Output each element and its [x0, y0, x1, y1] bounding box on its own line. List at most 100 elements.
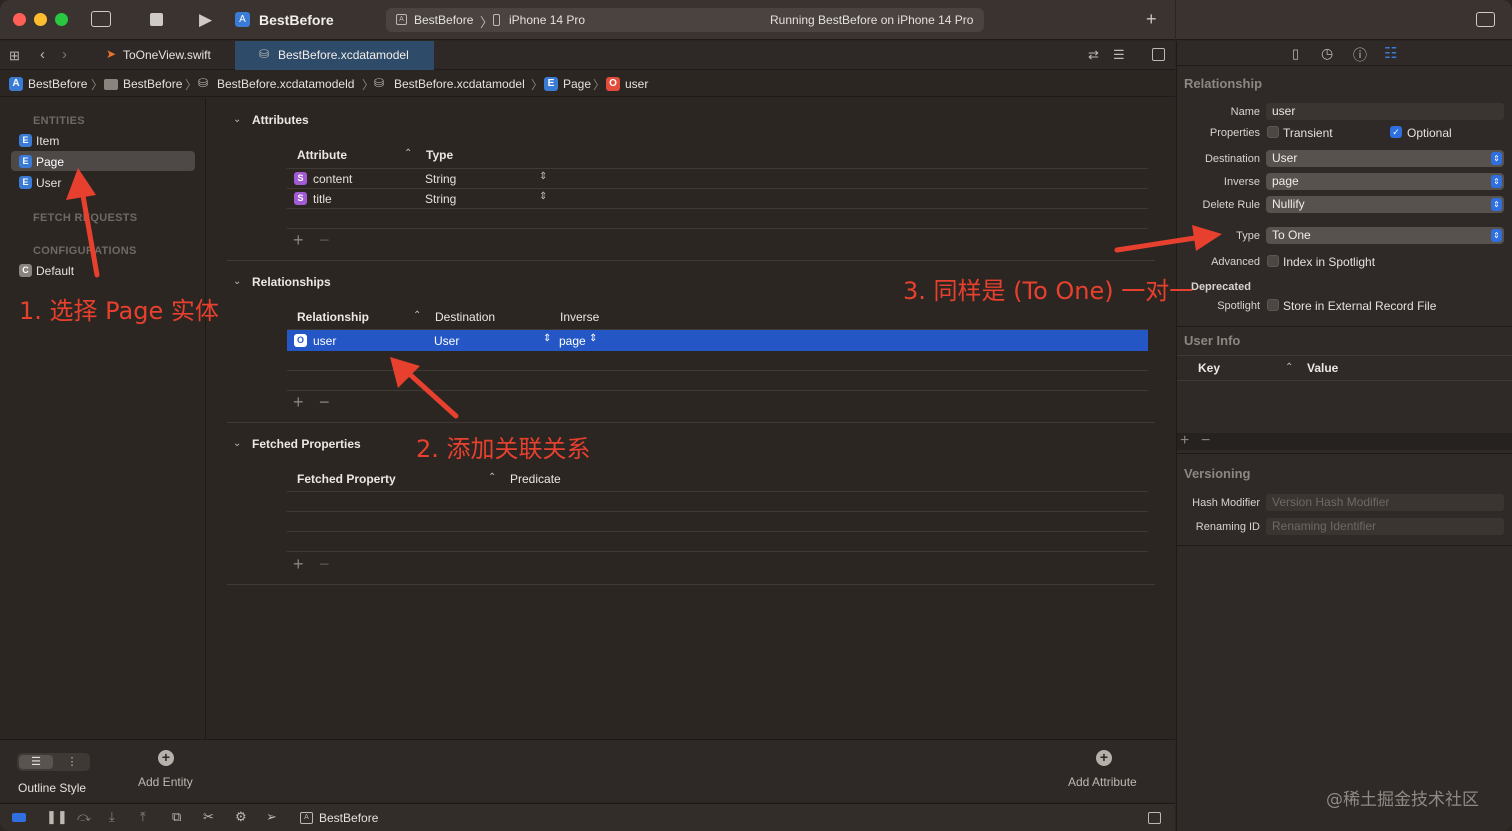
editor-options-icon[interactable]: ☰	[1113, 47, 1125, 63]
relationship-destination[interactable]: User	[434, 334, 459, 348]
attribute-name[interactable]: title	[313, 192, 332, 206]
debug-area-toggle-icon[interactable]	[12, 813, 26, 822]
step-in-icon[interactable]: ⤓	[109, 809, 115, 825]
step-out-icon[interactable]: ⤒	[140, 809, 146, 825]
attribute-column-header[interactable]: Attribute	[297, 148, 347, 162]
tab-xcdatamodel[interactable]: ⛁ BestBefore.xcdatamodel	[235, 41, 434, 70]
relationship-inverse[interactable]: page	[559, 334, 586, 348]
hash-modifier-field[interactable]: Version Hash Modifier	[1266, 494, 1504, 511]
step-over-icon[interactable]: ⤼	[77, 809, 91, 825]
minimize-window-button[interactable]	[34, 13, 47, 26]
sidebar-item-item[interactable]: Item	[36, 134, 59, 148]
inspector-toggle-icon[interactable]	[1476, 12, 1495, 27]
inverse-popup[interactable]: page ⇕	[1266, 173, 1504, 190]
destination-popup[interactable]: User ⇕	[1266, 150, 1504, 167]
sidebar-item-page[interactable]: Page	[36, 155, 64, 169]
history-inspector-icon[interactable]: ◷	[1321, 45, 1333, 62]
relationship-row[interactable]	[287, 330, 1148, 351]
chevron-down-icon[interactable]: ⌄	[233, 114, 241, 125]
key-column-header[interactable]: Key	[1198, 361, 1220, 375]
table-style-icon[interactable]: ☰	[19, 755, 53, 769]
grid-icon[interactable]: ⊞	[9, 48, 20, 64]
fetched-property-column-header[interactable]: Fetched Property	[297, 472, 396, 486]
forward-icon[interactable]: ›	[62, 46, 67, 63]
attribute-type[interactable]: String	[425, 172, 456, 186]
tab-bar: ⊞ ‹ › ➤ ToOneView.swift ⇄ ☰	[0, 41, 1175, 70]
stop-icon[interactable]	[150, 13, 163, 26]
chevron-down-icon[interactable]: ⌄	[233, 276, 241, 287]
annotation-step-3: 3. 同样是 (To One) 一对一	[903, 277, 1194, 305]
pause-icon[interactable]: ❚❚	[46, 809, 68, 825]
add-icon[interactable]: +	[1146, 10, 1157, 28]
relationship-name[interactable]: user	[313, 334, 336, 348]
index-spotlight-checkbox[interactable]	[1267, 255, 1279, 267]
type-column-header[interactable]: Type	[426, 148, 453, 162]
attribute-type[interactable]: String	[425, 192, 456, 206]
store-external-checkbox[interactable]	[1267, 299, 1279, 311]
remove-user-info-icon[interactable]: −	[1201, 433, 1210, 449]
back-icon[interactable]: ‹	[40, 46, 45, 63]
stepper-icon: ⇕	[589, 333, 598, 344]
destination-column-header[interactable]: Destination	[435, 310, 495, 324]
scheme-status-bar[interactable]: A BestBefore 〉 iPhone 14 Pro Running Bes…	[386, 8, 984, 32]
crumb-entity[interactable]: Page	[563, 77, 591, 91]
relationship-column-header[interactable]: Relationship	[297, 310, 369, 324]
run-icon[interactable]: ▶	[199, 11, 212, 28]
editor-bottom-bar: ☰ ⋮ Outline Style + Add Entity + Add Att…	[0, 739, 1175, 802]
crumb-project[interactable]: BestBefore	[28, 77, 87, 91]
add-entity-button[interactable]: Add Entity	[138, 775, 193, 789]
crumb-relationship[interactable]: user	[625, 77, 648, 91]
transient-checkbox[interactable]	[1267, 126, 1279, 138]
zoom-window-button[interactable]	[55, 13, 68, 26]
navigator-toggle-icon[interactable]	[91, 11, 111, 27]
environment-overrides-icon[interactable]: ⚙	[235, 809, 247, 825]
popup-arrows-icon: ⇕	[1491, 152, 1502, 165]
close-window-button[interactable]	[13, 13, 26, 26]
add-attribute-icon[interactable]: +	[1096, 750, 1112, 766]
help-inspector-icon[interactable]: ⓘ	[1353, 45, 1367, 65]
console-toggle-icon[interactable]	[1148, 812, 1161, 824]
entity-icon: E	[19, 155, 32, 168]
outline-style-segmented-control[interactable]: ☰ ⋮	[17, 753, 90, 771]
crumb-folder[interactable]: BestBefore	[123, 77, 182, 91]
remove-relationship-row-icon[interactable]: −	[319, 393, 330, 411]
crumb-xcdatamodeld[interactable]: BestBefore.xcdatamodeld	[217, 77, 354, 91]
view-hierarchy-icon[interactable]: ⧉	[172, 809, 181, 825]
predicate-column-header[interactable]: Predicate	[510, 472, 561, 486]
add-fetched-property-row-icon[interactable]: +	[293, 555, 304, 573]
add-relationship-row-icon[interactable]: +	[293, 393, 304, 411]
divider	[227, 422, 1155, 423]
optional-checkbox[interactable]: ✓	[1390, 126, 1402, 138]
debug-target-label[interactable]: BestBefore	[319, 811, 378, 825]
remove-attribute-row-icon[interactable]: −	[319, 231, 330, 249]
type-popup[interactable]: To One ⇕	[1266, 227, 1504, 244]
sidebar-item-user[interactable]: User	[36, 176, 61, 190]
chevron-down-icon[interactable]: ⌄	[233, 438, 241, 449]
scheme-icon: A	[396, 14, 407, 25]
related-items-icon[interactable]: ⇄	[1088, 47, 1099, 63]
device-name[interactable]: iPhone 14 Pro	[509, 13, 585, 27]
attributes-inspector-icon[interactable]: ☷	[1384, 44, 1397, 62]
renaming-id-field[interactable]: Renaming Identifier	[1266, 518, 1504, 535]
name-field[interactable]: user	[1266, 103, 1504, 120]
remove-fetched-property-row-icon[interactable]: −	[319, 555, 330, 573]
graph-style-icon[interactable]: ⋮	[57, 755, 87, 769]
add-entity-icon[interactable]: +	[158, 750, 174, 766]
popup-arrows-icon: ⇕	[1491, 229, 1502, 242]
inverse-column-header[interactable]: Inverse	[560, 310, 599, 324]
location-icon[interactable]: ➢	[266, 809, 277, 825]
scheme-name[interactable]: BestBefore	[414, 13, 473, 27]
file-inspector-icon[interactable]: ▯	[1292, 46, 1299, 62]
attribute-name[interactable]: content	[313, 172, 352, 186]
memory-graph-icon[interactable]: ✂	[203, 809, 214, 825]
crumb-xcdatamodel[interactable]: BestBefore.xcdatamodel	[394, 77, 525, 91]
tab-tooneview[interactable]: ToOneView.swift	[123, 48, 211, 62]
add-user-info-icon[interactable]: +	[1180, 433, 1189, 449]
add-attribute-button[interactable]: Add Attribute	[1068, 775, 1137, 789]
delete-rule-popup[interactable]: Nullify ⇕	[1266, 196, 1504, 213]
sort-ascending-icon: ⌃	[404, 148, 413, 159]
split-editor-icon[interactable]	[1152, 48, 1165, 61]
add-attribute-row-icon[interactable]: +	[293, 231, 304, 249]
sidebar-item-default[interactable]: Default	[36, 264, 74, 278]
value-column-header[interactable]: Value	[1307, 361, 1338, 375]
